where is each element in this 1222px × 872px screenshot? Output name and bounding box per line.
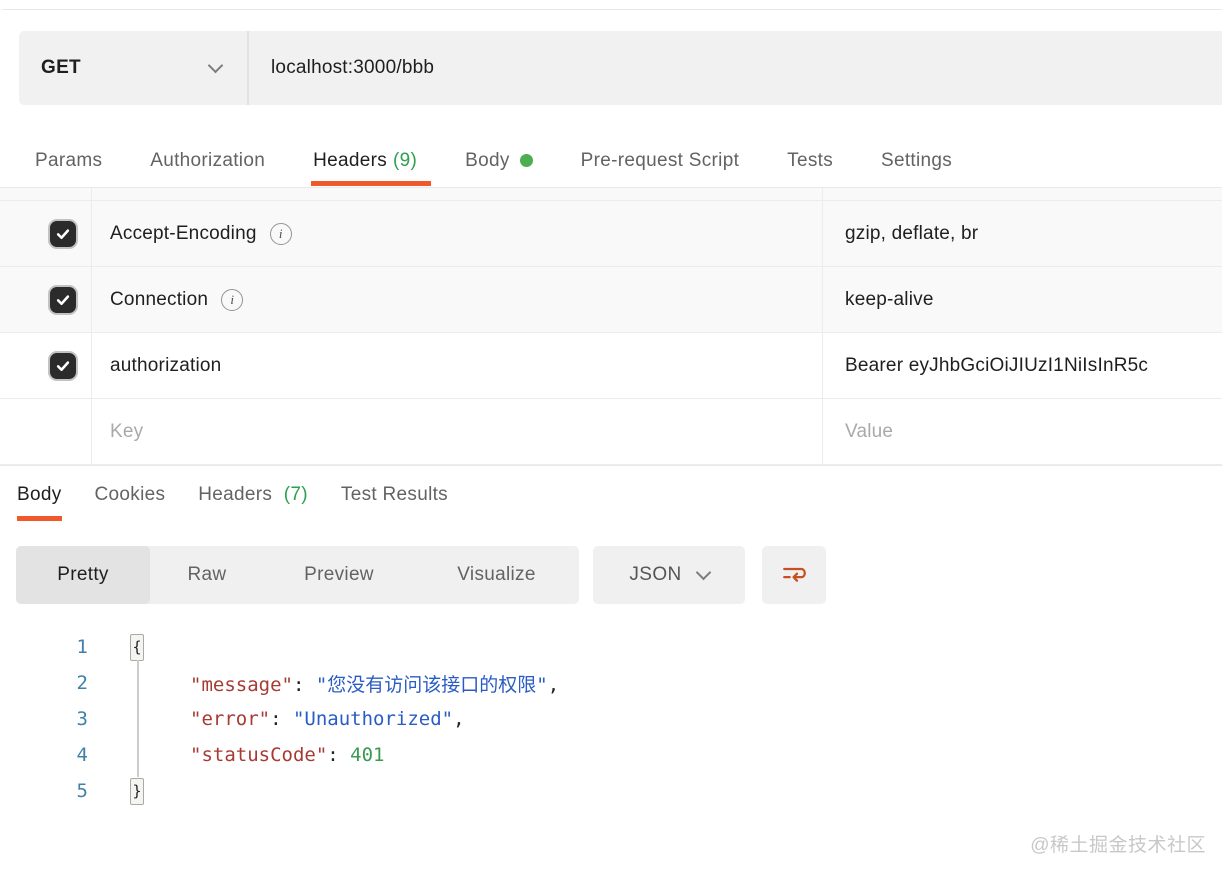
code-line: 3 "error": "Unauthorized",	[16, 701, 1222, 737]
watermark: @稀土掘金技术社区	[1030, 830, 1206, 857]
code-line: 4 "statusCode": 401	[16, 737, 1222, 773]
tab-tests[interactable]: Tests	[787, 134, 833, 187]
key-placeholder: Key	[110, 421, 143, 443]
checkbox-checked[interactable]	[48, 219, 78, 249]
view-mode-pretty[interactable]: Pretty	[16, 546, 150, 604]
json-number-value: 401	[350, 744, 384, 766]
header-value-cell[interactable]: gzip, deflate, br	[823, 201, 1222, 266]
body-present-dot-icon	[520, 154, 533, 167]
response-tabs: Body Cookies Headers (7) Test Results	[17, 466, 448, 521]
new-value-input[interactable]: Value	[823, 399, 1222, 464]
tab-label: Body	[17, 484, 62, 505]
header-key: Accept-Encoding	[110, 223, 257, 245]
tab-label: Test Results	[341, 484, 448, 505]
table-row-partial	[0, 188, 1222, 201]
table-row-authorization: authorization Bearer eyJhbGciOiJIUzI1NiI…	[0, 333, 1222, 399]
segment-label: Visualize	[457, 564, 535, 586]
response-tab-cookies[interactable]: Cookies	[95, 466, 166, 521]
request-tabs: Params Authorization Headers (9) Body Pr…	[19, 134, 1222, 187]
url-text: localhost:3000/bbb	[271, 57, 434, 79]
segment-label: Raw	[188, 564, 227, 586]
segment-label: Pretty	[57, 564, 108, 586]
header-value: gzip, deflate, br	[845, 223, 978, 245]
url-input[interactable]: localhost:3000/bbb	[249, 31, 1222, 105]
header-key-cell[interactable]: Connection i	[92, 267, 823, 332]
wrap-text-icon	[779, 562, 809, 588]
line-number: 1	[16, 636, 88, 658]
chevron-down-icon	[695, 564, 711, 580]
tab-label: Cookies	[95, 484, 166, 505]
json-key: "statusCode"	[190, 744, 327, 766]
chevron-down-icon	[208, 57, 224, 73]
value-placeholder: Value	[845, 421, 893, 443]
fold-marker-close-brace[interactable]: }	[130, 778, 144, 805]
tab-body[interactable]: Body	[465, 134, 533, 187]
table-row-connection: Connection i keep-alive	[0, 267, 1222, 333]
header-value-cell[interactable]: Bearer eyJhbGciOiJIUzI1NiIsInR5c	[823, 333, 1222, 398]
tab-label: Headers	[313, 150, 387, 172]
tab-label: Settings	[881, 150, 952, 172]
json-key: "error"	[190, 708, 270, 730]
new-key-input[interactable]: Key	[92, 399, 823, 464]
method-label: GET	[41, 57, 81, 79]
headers-table: Accept-Encoding i gzip, deflate, br Conn…	[0, 188, 1222, 465]
tab-pre-request-script[interactable]: Pre-request Script	[581, 134, 740, 187]
top-divider	[2, 9, 1222, 10]
header-key-cell[interactable]: authorization	[92, 333, 823, 398]
response-tab-body[interactable]: Body	[17, 466, 62, 521]
code-line: 2 "message": "您没有访问该接口的权限",	[16, 665, 1222, 701]
line-number: 5	[16, 780, 88, 802]
table-row-accept-encoding: Accept-Encoding i gzip, deflate, br	[0, 201, 1222, 267]
tab-label: Headers	[198, 484, 272, 505]
header-value-cell[interactable]: keep-alive	[823, 267, 1222, 332]
tab-label: Pre-request Script	[581, 150, 740, 172]
json-string-value: "您没有访问该接口的权限"	[316, 674, 548, 696]
header-value: Bearer eyJhbGciOiJIUzI1NiIsInR5c	[845, 355, 1148, 377]
tab-label: Params	[35, 150, 102, 172]
table-row-new-entry: Key Value	[0, 399, 1222, 465]
view-mode-preview[interactable]: Preview	[264, 546, 414, 604]
fold-marker-open-brace[interactable]: {	[130, 634, 144, 661]
fold-guide-line	[137, 660, 139, 777]
format-select[interactable]: JSON	[593, 546, 745, 604]
checkbox-checked[interactable]	[48, 351, 78, 381]
line-number: 4	[16, 744, 88, 766]
format-label: JSON	[629, 564, 681, 586]
header-key-cell[interactable]: Accept-Encoding i	[92, 201, 823, 266]
response-body-viewer: 1 { 2 "message": "您没有访问该接口的权限", 3 "error…	[16, 629, 1222, 809]
code-line: 5 }	[16, 773, 1222, 809]
wrap-text-button[interactable]	[762, 546, 826, 604]
header-key: Connection	[110, 289, 208, 311]
line-number: 2	[16, 672, 88, 694]
view-mode-visualize[interactable]: Visualize	[414, 546, 579, 604]
tab-label: Body	[465, 150, 510, 172]
response-tab-headers[interactable]: Headers (7)	[198, 466, 308, 521]
tab-label: Tests	[787, 150, 833, 172]
code-line: 1 {	[16, 629, 1222, 665]
checkbox-checked[interactable]	[48, 285, 78, 315]
method-select[interactable]: GET	[19, 31, 249, 105]
view-mode-raw[interactable]: Raw	[150, 546, 264, 604]
tab-headers[interactable]: Headers (9)	[313, 134, 417, 187]
tab-authorization[interactable]: Authorization	[150, 134, 265, 187]
tab-settings[interactable]: Settings	[881, 134, 952, 187]
json-key: "message"	[190, 674, 293, 696]
headers-count: (9)	[393, 150, 417, 172]
info-icon[interactable]: i	[221, 289, 243, 311]
info-icon[interactable]: i	[270, 223, 292, 245]
header-value: keep-alive	[845, 289, 934, 311]
response-view-bar: Pretty Raw Preview Visualize JSON	[16, 546, 826, 604]
url-bar: GET localhost:3000/bbb	[19, 31, 1222, 105]
view-mode-segments: Pretty Raw Preview Visualize	[16, 546, 579, 604]
tab-params[interactable]: Params	[35, 134, 102, 187]
header-key: authorization	[110, 355, 221, 377]
response-headers-count: (7)	[284, 484, 308, 505]
response-tab-test-results[interactable]: Test Results	[341, 466, 448, 521]
json-string-value: "Unauthorized"	[293, 708, 453, 730]
line-number: 3	[16, 708, 88, 730]
tab-label: Authorization	[150, 150, 265, 172]
segment-label: Preview	[304, 564, 374, 586]
